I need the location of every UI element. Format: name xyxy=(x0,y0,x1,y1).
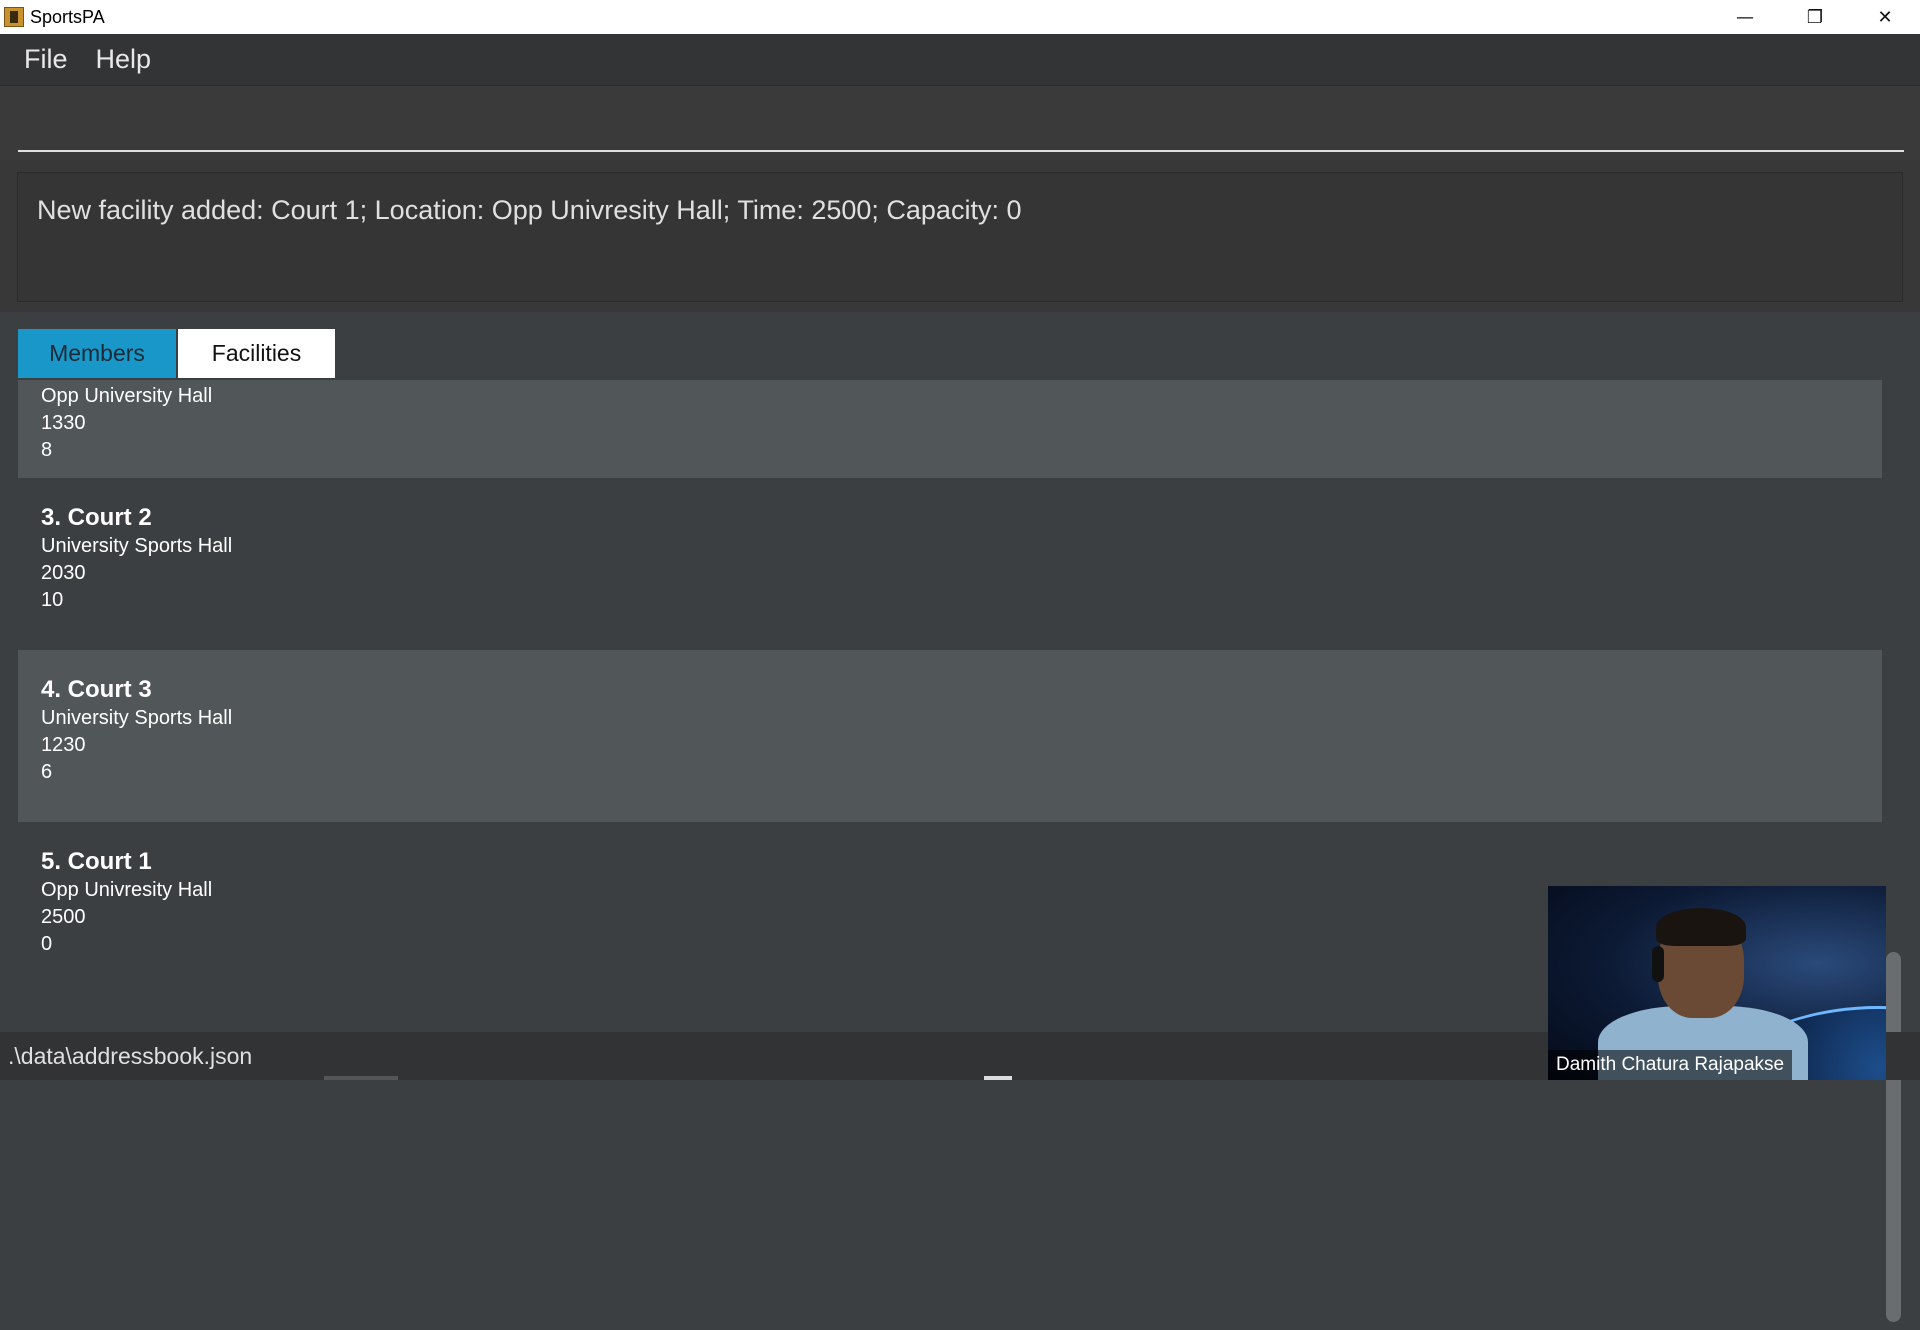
facility-location: Opp University Hall xyxy=(41,385,213,407)
command-box xyxy=(0,86,1920,170)
facility-location: University Sports Hall xyxy=(41,707,233,729)
facility-time: 1330 xyxy=(41,412,86,434)
restore-button[interactable]: ❐ xyxy=(1780,0,1850,34)
taskbar-edge xyxy=(324,1076,398,1080)
save-location: .\data\addressbook.json xyxy=(8,1042,253,1069)
minimize-button[interactable]: — xyxy=(1710,0,1780,34)
facility-name: 5. Court 1 xyxy=(41,848,152,875)
headset-icon xyxy=(1652,946,1664,982)
title-bar: SportsPA — ❐ ✕ xyxy=(0,0,1920,34)
window-title: SportsPA xyxy=(30,6,105,27)
tab-facilities[interactable]: Facilities xyxy=(178,329,335,378)
facility-capacity: 6 xyxy=(41,761,53,783)
window-controls: — ❐ ✕ xyxy=(1710,0,1920,34)
app-icon xyxy=(4,7,24,27)
command-input[interactable] xyxy=(18,86,1904,152)
result-panel: New facility added: Court 1; Location: O… xyxy=(0,160,1920,312)
facility-name: 3. Court 2 xyxy=(41,504,152,531)
participant-name: Damith Chatura Rajapakse xyxy=(1548,1050,1793,1080)
facility-time: 2030 xyxy=(41,562,86,584)
facility-card[interactable]: 4. Court 3 University Sports Hall 1230 6 xyxy=(18,650,1882,822)
menu-file[interactable]: File xyxy=(24,44,68,75)
close-icon: ✕ xyxy=(1877,6,1893,28)
facility-time: 1230 xyxy=(41,734,86,756)
participant-hair-image xyxy=(1656,908,1746,946)
facility-list[interactable]: Opp University Hall 1330 8 3. Court 2 Un… xyxy=(18,380,1882,1330)
restore-icon: ❐ xyxy=(1806,6,1824,28)
facility-location: University Sports Hall xyxy=(41,535,233,557)
facility-card[interactable]: 3. Court 2 University Sports Hall 2030 1… xyxy=(18,478,1882,650)
tab-members[interactable]: Members xyxy=(18,329,176,378)
facility-capacity: 8 xyxy=(41,439,53,461)
scrollbar-thumb[interactable] xyxy=(1886,952,1901,1322)
list-scrollbar[interactable] xyxy=(1882,380,1906,1330)
menu-bar: File Help xyxy=(0,34,1920,86)
facility-card[interactable]: Opp University Hall 1330 8 xyxy=(18,380,1882,478)
video-overlay[interactable]: Damith Chatura Rajapakse xyxy=(1548,886,1886,1080)
close-button[interactable]: ✕ xyxy=(1850,0,1920,34)
result-display[interactable]: New facility added: Court 1; Location: O… xyxy=(17,172,1903,302)
minimize-icon: — xyxy=(1736,6,1754,28)
menu-help[interactable]: Help xyxy=(96,44,152,75)
facility-capacity: 10 xyxy=(41,589,64,611)
taskbar-edge xyxy=(984,1076,1012,1080)
facility-name: 4. Court 3 xyxy=(41,676,152,703)
